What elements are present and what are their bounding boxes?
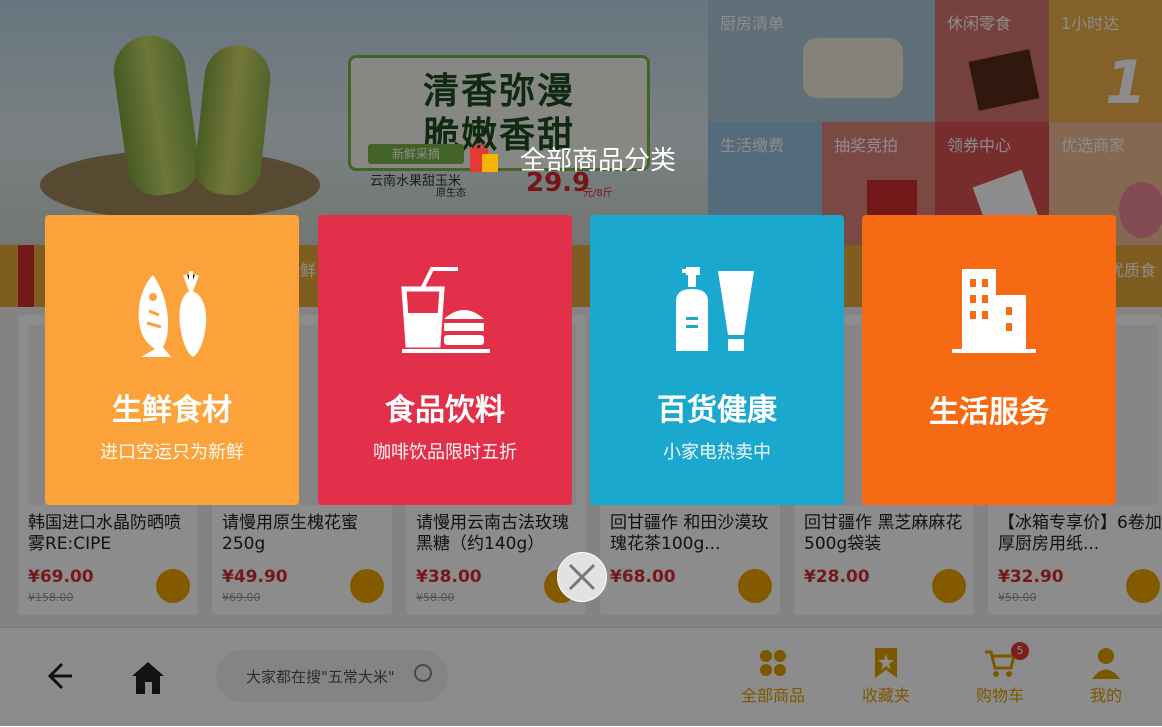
category-life-services[interactable]: 生活服务 [862,215,1116,505]
category-subtitle: 咖啡饮品限时五折 [373,442,517,463]
close-button[interactable] [557,552,607,602]
drink-burger-icon [318,261,572,361]
category-subtitle: 小家电热卖中 [663,442,771,463]
category-name: 生鲜食材 [112,393,232,428]
category-name: 食品饮料 [385,393,505,428]
category-fresh[interactable]: 生鲜食材 进口空运只为新鲜 [45,215,299,505]
overlay-title-text: 全部商品分类 [520,146,677,176]
category-name: 百货健康 [657,393,777,428]
category-name: 生活服务 [929,395,1049,430]
category-overlay[interactable]: 全部商品分类 生鲜食材 进口空运只为新鲜 食品饮料 咖啡饮品限时五折 百货健康 … [0,0,1162,726]
category-subtitle: 进口空运只为新鲜 [100,442,244,463]
bottles-icon [590,261,844,361]
fish-carrot-icon [45,261,299,361]
building-icon [862,261,1116,361]
close-icon [568,563,596,591]
category-general-health[interactable]: 百货健康 小家电热卖中 [590,215,844,505]
category-food-drinks[interactable]: 食品饮料 咖啡饮品限时五折 [318,215,572,505]
shopping-bag-icon [468,140,498,172]
